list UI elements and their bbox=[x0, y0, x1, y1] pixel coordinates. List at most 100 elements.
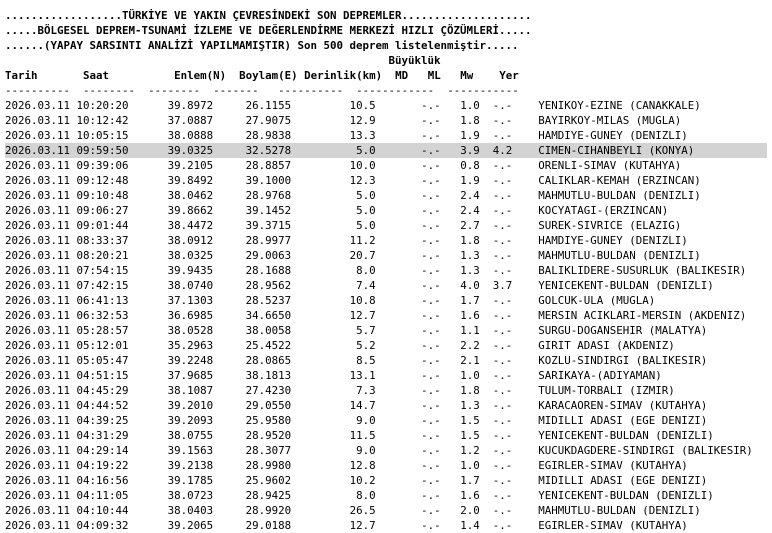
cell-ml: 2.7 bbox=[460, 219, 480, 232]
listing-note: ......(YAPAY SARSINTI ANALİZİ YAPILMAMIŞ… bbox=[5, 39, 519, 52]
cell-place: HAMDIYE-GUNEY (DENIZLI) bbox=[538, 129, 688, 142]
cell-lon: 27.4230 bbox=[232, 384, 292, 397]
cell-md: -.- bbox=[421, 234, 441, 247]
cell-md: -.- bbox=[421, 384, 441, 397]
cell-date: 2026.03.11 bbox=[5, 459, 71, 472]
table-row: 2026.03.11 04:16:56 39.1785 25.9602 10.2… bbox=[5, 473, 772, 488]
cell-lat: 36.6985 bbox=[154, 309, 214, 322]
cell-mw: -.- bbox=[492, 99, 513, 112]
cell-lat: 38.4472 bbox=[154, 219, 214, 232]
cell-time: 06:41:13 bbox=[76, 294, 129, 307]
table-row: 2026.03.11 09:10:48 38.0462 28.9768 5.0 … bbox=[5, 188, 772, 203]
table-row: 2026.03.11 09:06:27 39.8662 39.1452 5.0 … bbox=[5, 203, 772, 218]
cell-lat: 35.2963 bbox=[154, 339, 214, 352]
cell-depth: 12.8 bbox=[297, 459, 376, 472]
cell-lon: 25.9602 bbox=[232, 474, 292, 487]
table-row: 2026.03.11 09:59:50 39.0325 32.5278 5.0 … bbox=[5, 143, 767, 158]
cell-ml: 4.0 bbox=[460, 279, 480, 292]
cell-time: 04:39:25 bbox=[76, 414, 129, 427]
cell-md: -.- bbox=[421, 459, 441, 472]
cell-depth: 5.0 bbox=[297, 189, 376, 202]
cell-time: 04:10:44 bbox=[76, 504, 129, 517]
cell-time: 10:20:20 bbox=[76, 99, 129, 112]
cell-mw: -.- bbox=[492, 264, 513, 277]
cell-lat: 39.1563 bbox=[154, 444, 214, 457]
cell-mw: -.- bbox=[492, 489, 513, 502]
cell-lat: 39.2138 bbox=[154, 459, 214, 472]
column-header-md: MD bbox=[395, 69, 409, 82]
cell-date: 2026.03.11 bbox=[5, 474, 71, 487]
column-separator-row: ---------- -------- -------- ------- ---… bbox=[5, 84, 519, 97]
cell-depth: 13.1 bbox=[297, 369, 376, 382]
cell-mw: -.- bbox=[492, 114, 513, 127]
cell-mw: -.- bbox=[492, 429, 513, 442]
cell-md: -.- bbox=[421, 324, 441, 337]
cell-date: 2026.03.11 bbox=[5, 354, 71, 367]
cell-place: SUREK-SIVRICE (ELAZIG) bbox=[538, 219, 682, 232]
cell-depth: 10.5 bbox=[297, 99, 376, 112]
cell-place: MIDILLI ADASI (EGE DENIZI) bbox=[538, 414, 708, 427]
cell-date: 2026.03.11 bbox=[5, 294, 71, 307]
cell-place: GOLCUK-ULA (MUGLA) bbox=[538, 294, 656, 307]
cell-mw: -.- bbox=[492, 354, 513, 367]
cell-ml: 1.6 bbox=[460, 489, 480, 502]
earthquake-rows: 2026.03.11 10:20:20 39.8972 26.1155 10.5… bbox=[5, 98, 772, 533]
table-row: 2026.03.11 07:42:15 38.0740 28.9562 7.4 … bbox=[5, 278, 772, 293]
cell-md: -.- bbox=[421, 414, 441, 427]
cell-date: 2026.03.11 bbox=[5, 159, 71, 172]
table-row: 2026.03.11 09:39:06 39.2105 28.8857 10.0… bbox=[5, 158, 772, 173]
cell-mw: -.- bbox=[492, 204, 513, 217]
cell-date: 2026.03.11 bbox=[5, 279, 71, 292]
cell-mw: -.- bbox=[492, 189, 513, 202]
cell-md: -.- bbox=[421, 114, 441, 127]
column-header-depth: Derinlik(km) bbox=[304, 69, 383, 82]
cell-lon: 27.9075 bbox=[232, 114, 292, 127]
cell-depth: 5.2 bbox=[297, 339, 376, 352]
column-header-place: Yer bbox=[499, 69, 519, 82]
table-row: 2026.03.11 08:33:37 38.0912 28.9977 11.2… bbox=[5, 233, 772, 248]
cell-depth: 10.0 bbox=[297, 159, 376, 172]
cell-place: EGIRLER-SIMAV (KUTAHYA) bbox=[538, 519, 688, 532]
cell-md: -.- bbox=[421, 159, 441, 172]
cell-depth: 11.5 bbox=[297, 429, 376, 442]
cell-md: -.- bbox=[421, 264, 441, 277]
cell-lon: 28.9425 bbox=[232, 489, 292, 502]
cell-lat: 39.2105 bbox=[154, 159, 214, 172]
cell-lat: 39.8972 bbox=[154, 99, 214, 112]
cell-date: 2026.03.11 bbox=[5, 129, 71, 142]
table-row: 2026.03.11 08:20:21 38.0325 29.0063 20.7… bbox=[5, 248, 772, 263]
column-header-mw: Mw bbox=[460, 69, 474, 82]
cell-mw: -.- bbox=[492, 459, 513, 472]
cell-mw: -.- bbox=[492, 234, 513, 247]
cell-mw: -.- bbox=[492, 414, 513, 427]
cell-place: MAHMUTLU-BULDAN (DENIZLI) bbox=[538, 504, 701, 517]
cell-time: 04:19:22 bbox=[76, 459, 129, 472]
table-row: 2026.03.11 04:31:29 38.0755 28.9520 11.5… bbox=[5, 428, 772, 443]
cell-time: 07:42:15 bbox=[76, 279, 129, 292]
cell-date: 2026.03.11 bbox=[5, 399, 71, 412]
cell-lon: 26.1155 bbox=[232, 99, 292, 112]
cell-lat: 38.0912 bbox=[154, 234, 214, 247]
cell-lon: 39.1452 bbox=[232, 204, 292, 217]
cell-date: 2026.03.11 bbox=[5, 144, 71, 157]
cell-md: -.- bbox=[421, 369, 441, 382]
cell-lon: 28.9768 bbox=[232, 189, 292, 202]
column-header-time: Saat bbox=[83, 69, 110, 82]
cell-place: KOZLU-SINDIRGI (BALIKESIR) bbox=[538, 354, 708, 367]
table-row: 2026.03.11 04:45:29 38.1087 27.4230 7.3 … bbox=[5, 383, 772, 398]
cell-ml: 1.3 bbox=[460, 249, 480, 262]
cell-ml: 1.8 bbox=[460, 114, 480, 127]
cell-mw: -.- bbox=[492, 384, 513, 397]
cell-place: BAYIRKOY-MILAS (MUGLA) bbox=[538, 114, 682, 127]
cell-lon: 29.0550 bbox=[232, 399, 292, 412]
cell-depth: 10.8 bbox=[297, 294, 376, 307]
cell-ml: 1.7 bbox=[460, 294, 480, 307]
cell-depth: 10.2 bbox=[297, 474, 376, 487]
cell-md: -.- bbox=[421, 519, 441, 532]
cell-md: -.- bbox=[421, 294, 441, 307]
cell-time: 04:51:15 bbox=[76, 369, 129, 382]
cell-time: 06:32:53 bbox=[76, 309, 129, 322]
column-header-date: Tarih bbox=[5, 69, 38, 82]
cell-lon: 32.5278 bbox=[232, 144, 292, 157]
table-row: 2026.03.11 04:19:22 39.2138 28.9980 12.8… bbox=[5, 458, 772, 473]
